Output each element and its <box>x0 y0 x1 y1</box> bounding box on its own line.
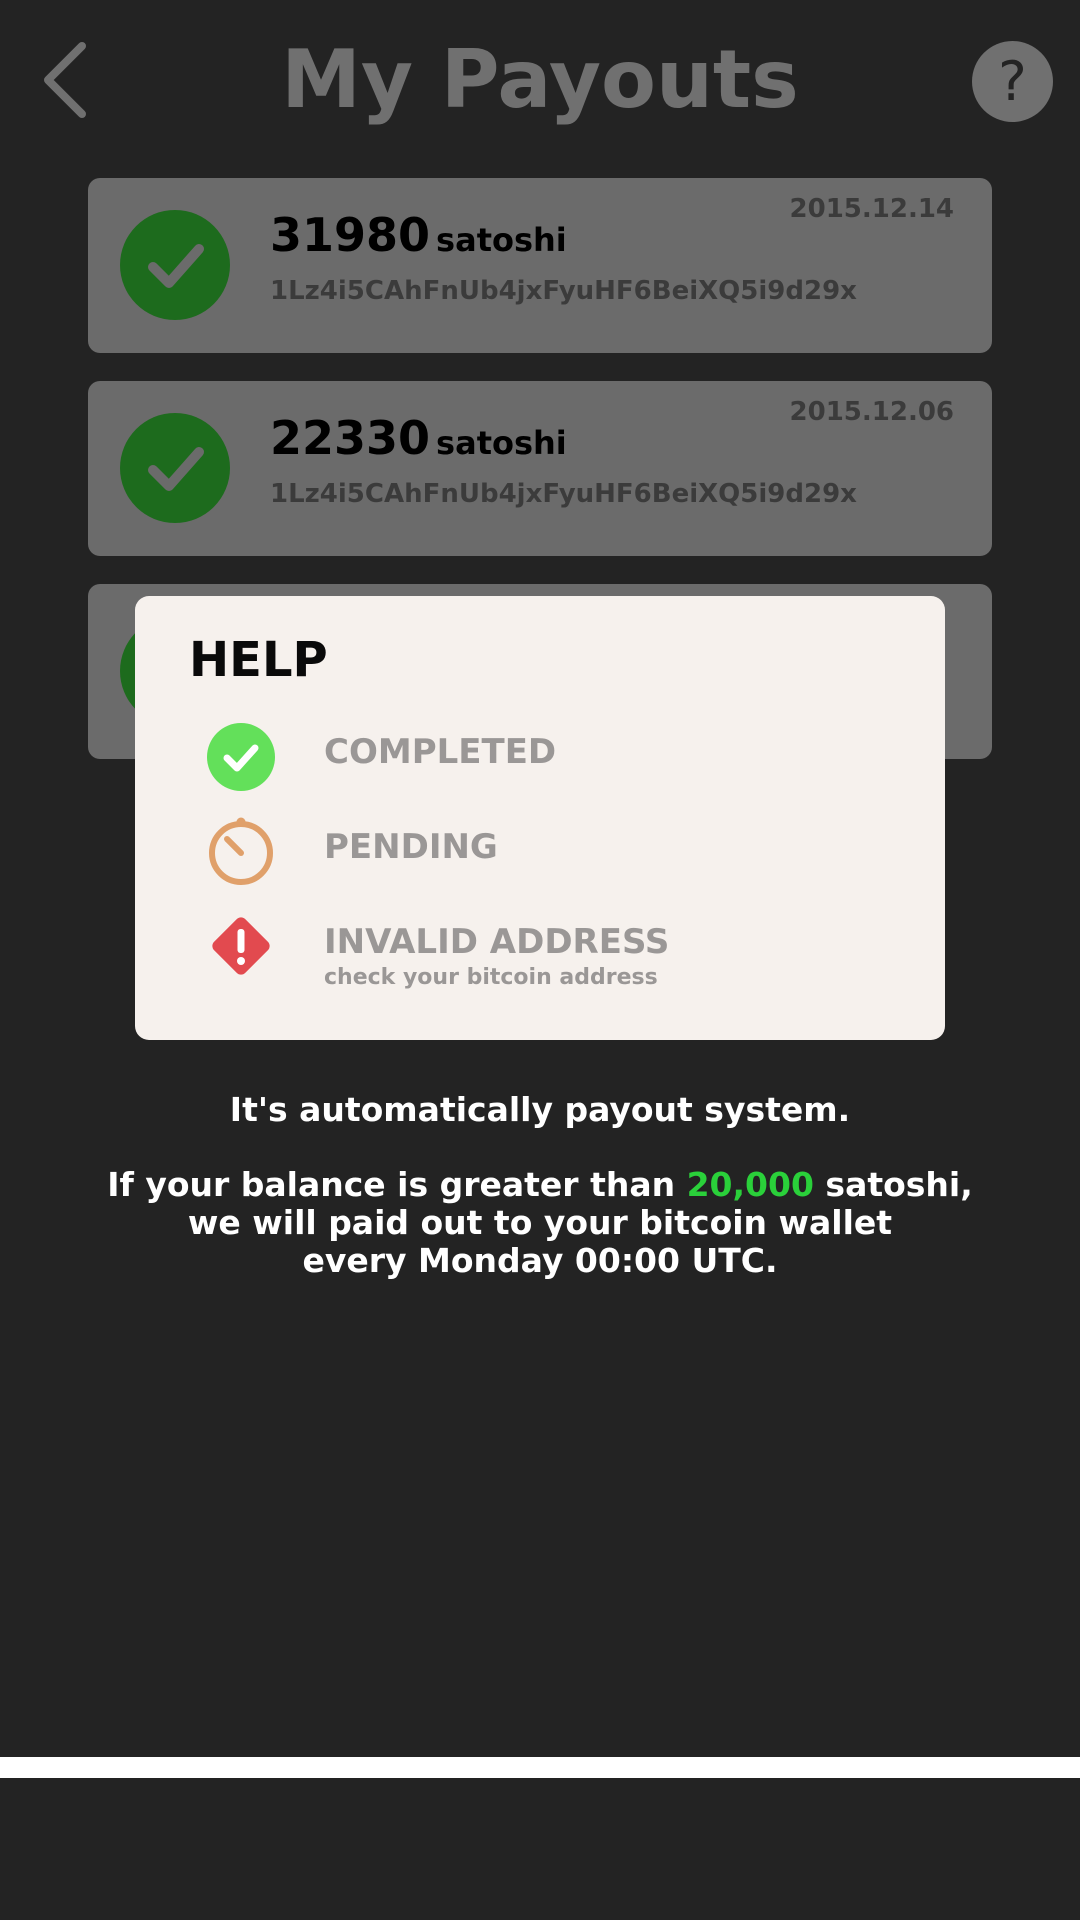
check-circle-icon <box>207 723 275 791</box>
payout-threshold: 20,000 <box>686 1165 814 1204</box>
legend-label-pending: PENDING <box>324 827 498 867</box>
payout-amount-unit: satoshi <box>436 221 567 259</box>
completed-status-icon <box>120 210 230 320</box>
bottom-bar <box>0 1778 1080 1920</box>
info-text-line-2-suffix: satoshi, <box>813 1165 973 1204</box>
completed-status-icon <box>120 413 230 523</box>
help-dialog[interactable]: HELP COMPLETED PENDING INVALID ADDRESS c… <box>135 596 945 1040</box>
payout-date: 2015.12.14 <box>789 194 954 224</box>
info-text-line-4: every Monday 00:00 UTC. <box>302 1241 778 1280</box>
payouts-screen: My Payouts ? 31980 satoshi 1Lz4i5CAhFnUb4… <box>0 0 1080 1757</box>
help-button[interactable]: ? <box>972 41 1053 122</box>
payout-amount-unit: satoshi <box>436 424 567 462</box>
warning-diamond-icon <box>212 917 270 975</box>
info-text-line-1: It's automatically payout system. <box>229 1090 851 1129</box>
info-text-line-2: If your balance is greater than 20,000 s… <box>0 1165 1080 1204</box>
payout-date: 2015.12.06 <box>789 397 954 427</box>
page-title: My Payouts <box>281 33 799 126</box>
check-icon <box>148 244 204 288</box>
payout-address: 1Lz4i5CAhFnUb4jxFyuHF6BeiXQ5i9d29x <box>270 479 857 509</box>
bottom-divider <box>0 1757 1080 1778</box>
payout-address: 1Lz4i5CAhFnUb4jxFyuHF6BeiXQ5i9d29x <box>270 276 857 306</box>
legend-sublabel-invalid-address: check your bitcoin address <box>324 965 658 990</box>
legend-label-invalid-address: INVALID ADDRESS <box>324 922 670 962</box>
payout-amount-value: 22330 <box>270 411 431 465</box>
payout-card[interactable]: 22330 satoshi 1Lz4i5CAhFnUb4jxFyuHF6BeiXQ… <box>88 381 992 556</box>
info-text-line-3: we will paid out to your bitcoin wallet <box>187 1203 893 1242</box>
legend-label-completed: COMPLETED <box>324 732 557 772</box>
info-text-line-2-prefix: If your balance is greater than <box>107 1165 687 1204</box>
check-icon <box>148 447 204 491</box>
payout-amount: 22330 satoshi <box>270 411 567 465</box>
stopwatch-icon <box>209 817 273 885</box>
help-title: HELP <box>189 632 328 688</box>
payout-card[interactable]: 31980 satoshi 1Lz4i5CAhFnUb4jxFyuHF6BeiXQ… <box>88 178 992 353</box>
payout-amount: 31980 satoshi <box>270 208 567 262</box>
payout-amount-value: 31980 <box>270 208 431 262</box>
